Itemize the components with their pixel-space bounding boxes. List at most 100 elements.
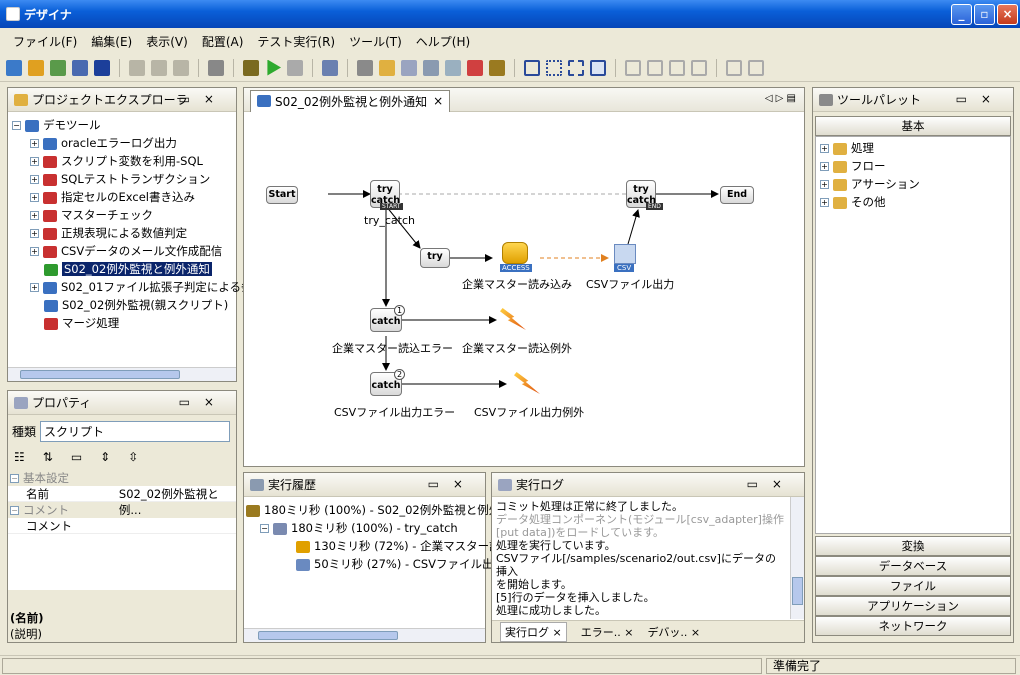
new-script-icon[interactable] bbox=[50, 59, 66, 76]
new-project-icon[interactable] bbox=[6, 59, 22, 76]
distribute-v-icon[interactable] bbox=[748, 59, 764, 76]
wrench-icon bbox=[819, 93, 833, 106]
editor-tab[interactable]: S02_02例外監視と例外通知 × bbox=[250, 89, 451, 112]
filter-icon[interactable]: ⇳ bbox=[128, 450, 138, 464]
tab-close-icon[interactable]: × bbox=[433, 94, 443, 108]
close-button[interactable]: × bbox=[997, 4, 1018, 25]
console-icon[interactable] bbox=[322, 59, 338, 76]
palette-database-button[interactable]: データベース bbox=[815, 556, 1011, 576]
expand-icon[interactable]: ⇕ bbox=[100, 450, 110, 464]
align-center-icon[interactable] bbox=[647, 59, 663, 76]
panel-controls[interactable]: ▭× bbox=[428, 477, 477, 491]
panel-controls[interactable]: ▭× bbox=[179, 395, 228, 409]
menu-file[interactable]: ファイル(F) bbox=[6, 33, 84, 50]
tab-debug[interactable]: デバッ.. × bbox=[647, 624, 700, 640]
end-badge: END bbox=[646, 203, 663, 210]
diagram-canvas[interactable]: Start try catch START try_catch try catch … bbox=[244, 112, 804, 466]
tree-item[interactable]: S02_02例外監視と例外通知 bbox=[12, 260, 232, 278]
csv-file-icon[interactable] bbox=[614, 244, 636, 264]
tree-item[interactable]: + スクリプト変数を利用-SQL bbox=[12, 152, 232, 170]
menu-edit[interactable]: 編集(E) bbox=[84, 33, 139, 50]
palette-item[interactable]: + アサーション bbox=[820, 175, 1006, 193]
menu-arrange[interactable]: 配置(A) bbox=[195, 33, 251, 50]
grid-fill-icon[interactable] bbox=[590, 59, 606, 76]
error-icon[interactable] bbox=[467, 59, 483, 76]
palette-item[interactable]: + その他 bbox=[820, 193, 1006, 211]
link-icon[interactable] bbox=[208, 59, 224, 76]
history-row[interactable]: −180ミリ秒 (100%) - try_catch bbox=[246, 519, 483, 537]
wrench-icon[interactable] bbox=[357, 59, 373, 76]
settings-icon[interactable] bbox=[423, 59, 439, 76]
tree-item[interactable]: + 指定セルのExcel書き込み bbox=[12, 188, 232, 206]
cut-icon[interactable] bbox=[129, 59, 145, 76]
explorer-hscrollbar[interactable] bbox=[8, 367, 236, 381]
import-icon[interactable] bbox=[72, 59, 88, 76]
history-row[interactable]: 180ミリ秒 (100%) - S02_02例外監視と例外 bbox=[246, 501, 500, 519]
tree-item[interactable]: + SQLテストトランザクション bbox=[12, 170, 232, 188]
distribute-h-icon[interactable] bbox=[726, 59, 742, 76]
menu-help[interactable]: ヘルプ(H) bbox=[409, 33, 477, 50]
tree-item[interactable]: + マスターチェック bbox=[12, 206, 232, 224]
minimize-button[interactable]: _ bbox=[951, 4, 972, 25]
menu-view[interactable]: 表示(V) bbox=[139, 33, 195, 50]
list-icon[interactable] bbox=[445, 59, 461, 76]
catch-1-label: 企業マスター読込エラー bbox=[332, 342, 453, 355]
palette-file-button[interactable]: ファイル bbox=[815, 576, 1011, 596]
categorize-icon[interactable]: ☷ bbox=[14, 450, 25, 464]
collapse-icon[interactable]: ▭ bbox=[71, 450, 82, 464]
section-basic[interactable]: − 基本設定 bbox=[8, 470, 236, 486]
try-node[interactable]: try bbox=[420, 248, 450, 268]
grid-icon[interactable] bbox=[546, 59, 562, 76]
align-top-icon[interactable] bbox=[669, 59, 685, 76]
align-box-icon[interactable] bbox=[524, 59, 540, 76]
log-vscrollbar[interactable] bbox=[790, 497, 804, 619]
palette-network-button[interactable]: ネットワーク bbox=[815, 616, 1011, 636]
history-row[interactable]: 50ミリ秒 (27%) - CSVファイル出力 bbox=[246, 555, 505, 573]
catch-2-label: CSVファイル出力エラー bbox=[334, 406, 456, 419]
tree-item[interactable]: マージ処理 bbox=[12, 314, 232, 332]
palette-item[interactable]: + フロー bbox=[820, 157, 1006, 175]
tab-errors[interactable]: エラー.. × bbox=[581, 624, 634, 640]
palette-item[interactable]: + 処理 bbox=[820, 139, 1006, 157]
tree-item[interactable]: + 正規表現による数値判定 bbox=[12, 224, 232, 242]
align-bottom-icon[interactable] bbox=[691, 59, 707, 76]
tree-item[interactable]: S02_02例外監視(親スクリプト) bbox=[12, 296, 232, 314]
stop-icon[interactable] bbox=[287, 59, 303, 76]
grid-dense-icon[interactable] bbox=[568, 59, 584, 76]
panel-controls[interactable]: ▭× bbox=[747, 477, 796, 491]
panel-controls[interactable]: ▭× bbox=[956, 92, 1005, 106]
maximize-button[interactable]: ▫ bbox=[974, 4, 995, 25]
history-row[interactable]: 130ミリ秒 (72%) - 企業マスター読み bbox=[246, 537, 512, 555]
paste-icon[interactable] bbox=[173, 59, 189, 76]
database-icon[interactable] bbox=[502, 242, 528, 264]
properties-title: プロパティ bbox=[32, 396, 92, 410]
folder-icon[interactable] bbox=[379, 59, 395, 76]
align-left-icon[interactable] bbox=[625, 59, 641, 76]
palette-convert-button[interactable]: 変換 bbox=[815, 536, 1011, 556]
bug-icon[interactable] bbox=[489, 59, 505, 76]
check-icon bbox=[44, 263, 58, 276]
tree-item[interactable]: + CSVデータのメール文作成配信 bbox=[12, 242, 232, 260]
debug-icon[interactable] bbox=[243, 59, 259, 76]
palette-application-button[interactable]: アプリケーション bbox=[815, 596, 1011, 616]
run-icon[interactable] bbox=[267, 59, 281, 76]
tree-root[interactable]: − デモツール bbox=[12, 116, 232, 134]
menu-tools[interactable]: ツール(T) bbox=[342, 33, 409, 50]
new-folder-icon[interactable] bbox=[28, 59, 44, 76]
history-hscrollbar[interactable] bbox=[244, 628, 485, 642]
tree-item[interactable]: + oracleエラーログ出力 bbox=[12, 134, 232, 152]
panel-controls[interactable]: ▭× bbox=[179, 92, 228, 106]
save-icon[interactable] bbox=[94, 59, 110, 76]
menu-test-run[interactable]: テスト実行(R) bbox=[250, 33, 342, 50]
tree-item[interactable]: + S02_01ファイル拡張子判定による条 bbox=[12, 278, 252, 296]
name-value[interactable]: S02_02例外監視と例... bbox=[119, 486, 236, 517]
script-icon bbox=[43, 245, 57, 258]
copy-icon[interactable] bbox=[151, 59, 167, 76]
palette-basic-button[interactable]: 基本 bbox=[815, 116, 1011, 136]
end-node[interactable]: End bbox=[720, 186, 754, 204]
document-icon[interactable] bbox=[401, 59, 417, 76]
tab-log[interactable]: 実行ログ × bbox=[500, 621, 567, 642]
editor-nav[interactable]: ◁ ▷ ▤ bbox=[765, 93, 796, 104]
sort-icon[interactable]: ⇅ bbox=[43, 450, 53, 464]
start-node[interactable]: Start bbox=[266, 186, 298, 204]
